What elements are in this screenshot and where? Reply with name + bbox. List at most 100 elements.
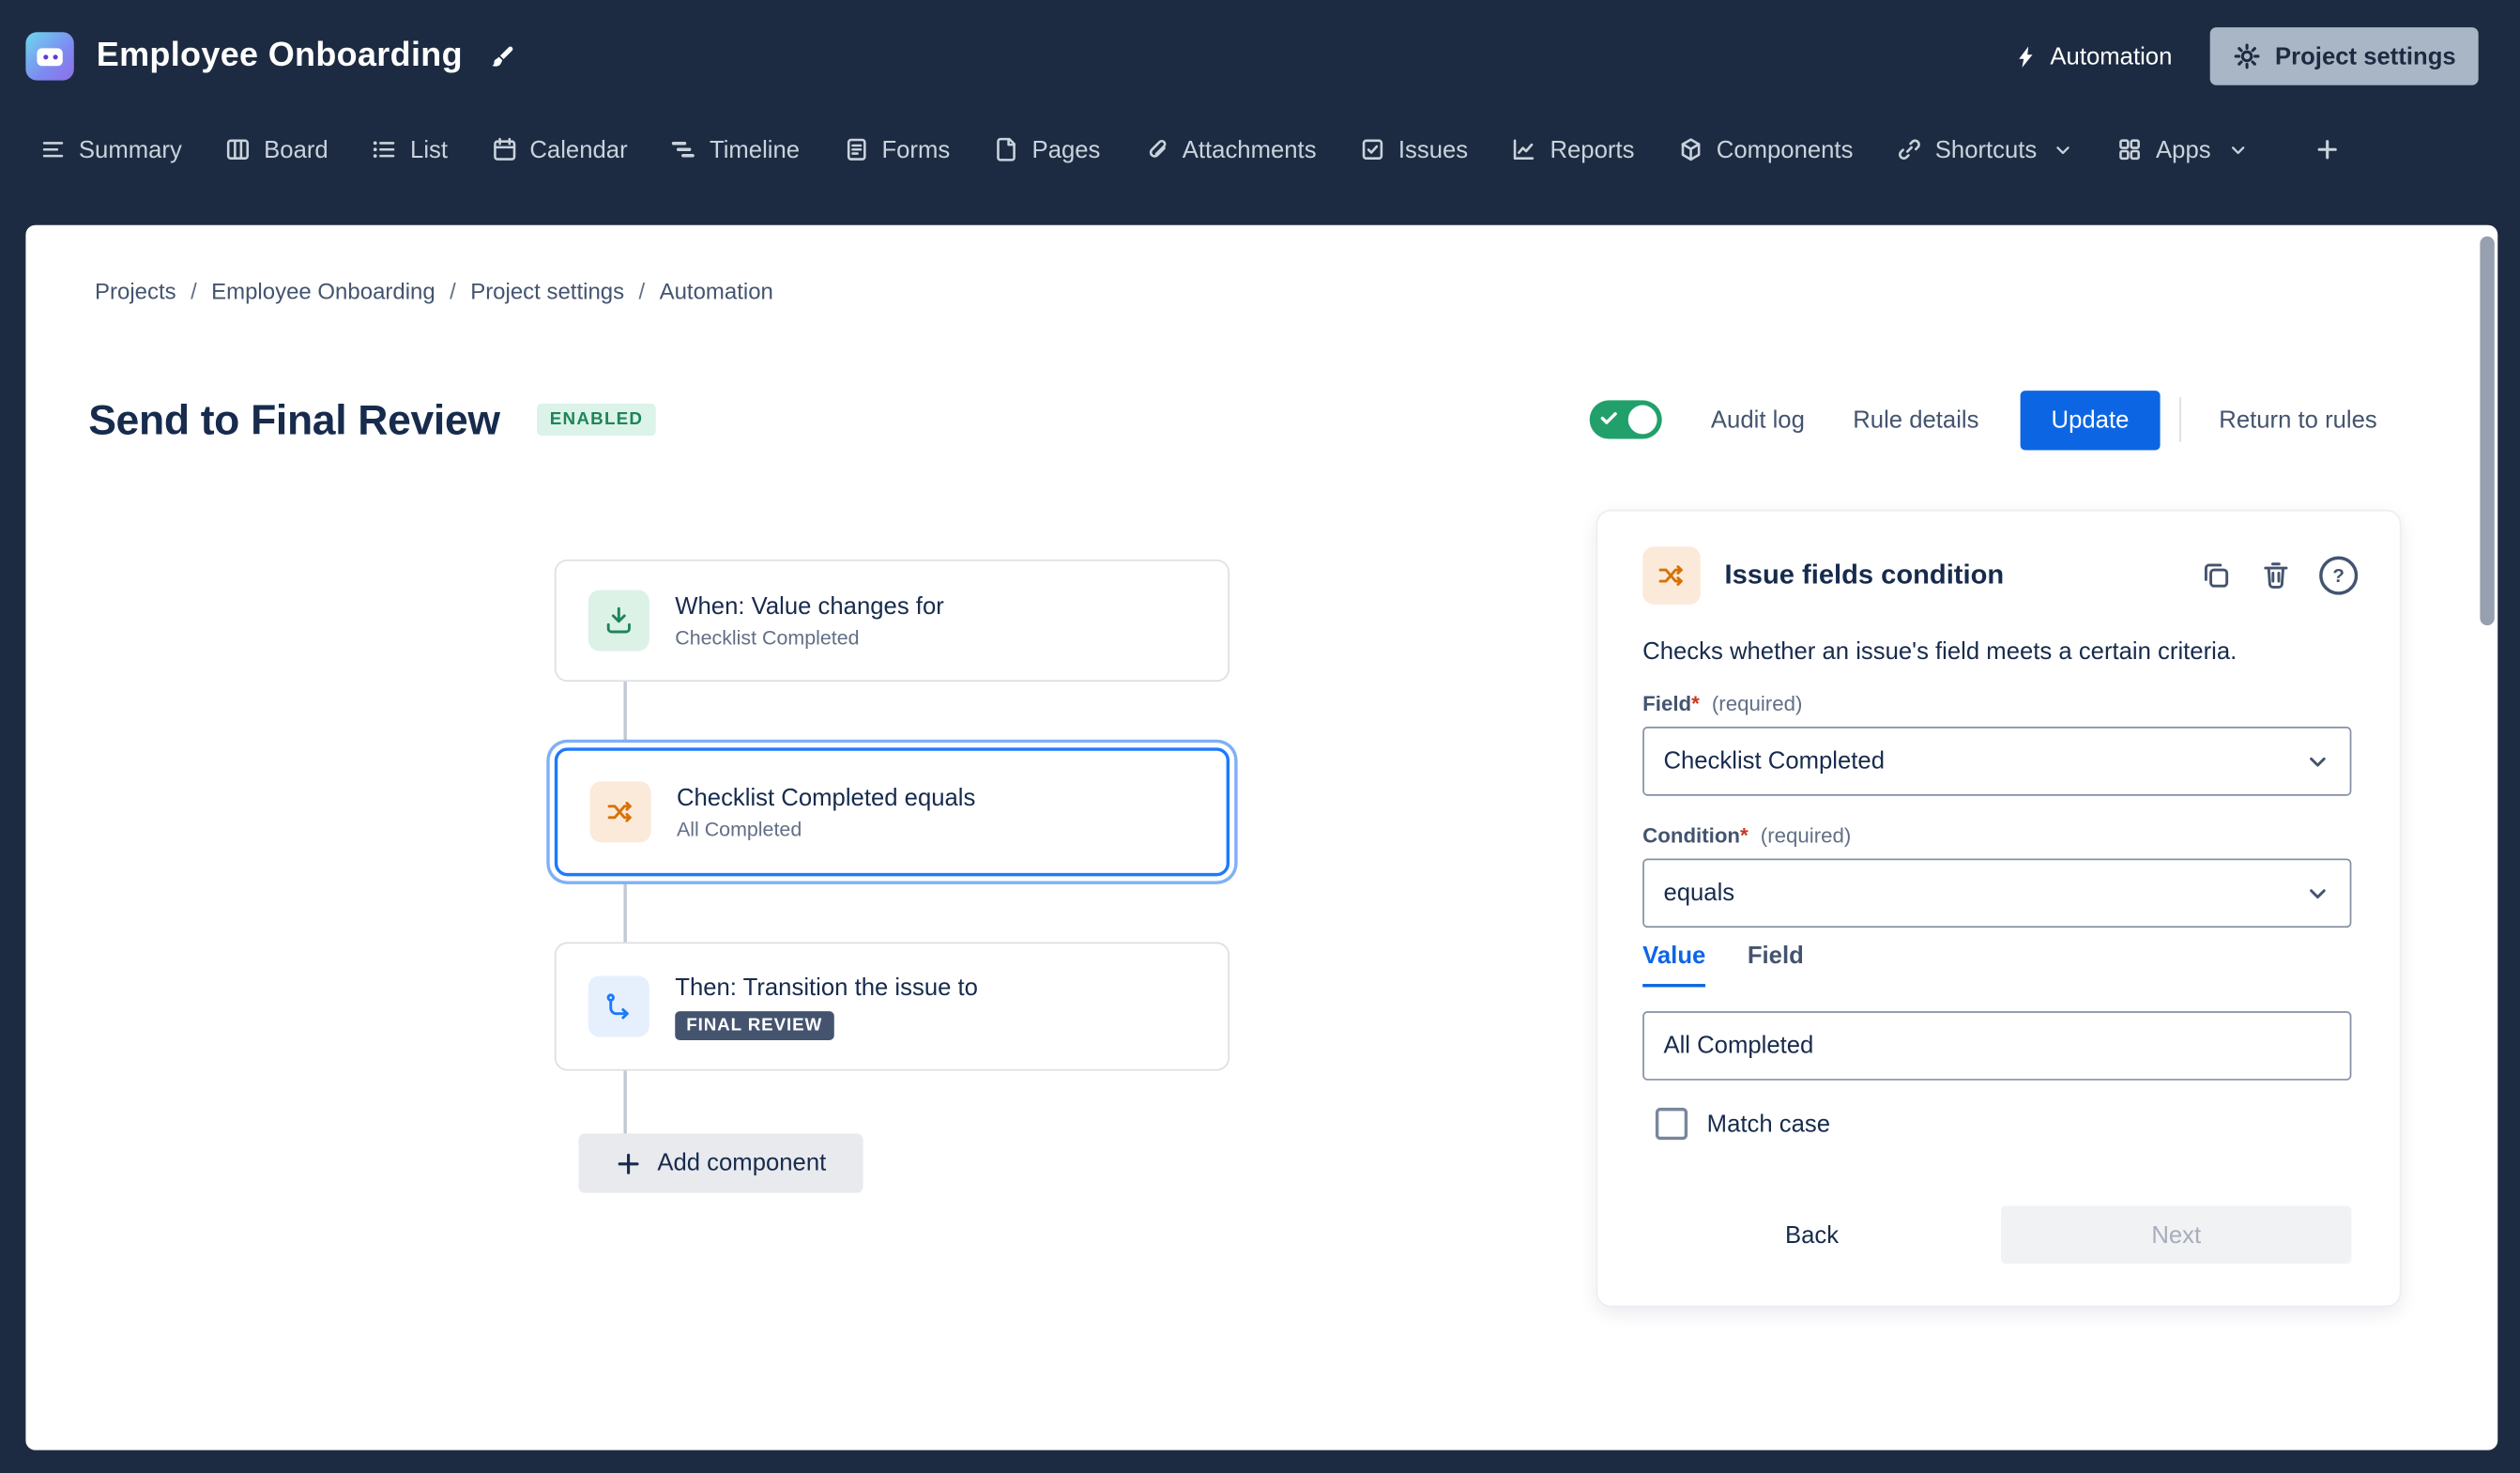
condition-select-value: equals <box>1663 880 1734 907</box>
nav-label: List <box>410 136 448 163</box>
field-select[interactable]: Checklist Completed <box>1642 727 2351 796</box>
nav-label: Summary <box>79 136 182 163</box>
update-button[interactable]: Update <box>2021 390 2160 449</box>
condition-select[interactable]: equals <box>1642 858 2351 928</box>
nav-item-calendar[interactable]: Calendar <box>491 136 627 163</box>
project-avatar-icon[interactable] <box>25 32 73 80</box>
match-case-label: Match case <box>1707 1110 1830 1137</box>
jira-automation-page: Employee Onboarding Automation Project s… <box>0 0 2520 1473</box>
nav-item-board[interactable]: Board <box>225 136 328 163</box>
chevron-down-icon <box>2305 881 2330 906</box>
required-text: (required) <box>1712 691 1803 715</box>
trash-icon <box>2260 560 2292 591</box>
trigger-subtitle: Checklist Completed <box>675 626 944 649</box>
tab-value[interactable]: Value <box>1642 943 1705 988</box>
gear-icon <box>2233 42 2262 71</box>
lightning-icon <box>2013 44 2038 69</box>
next-button[interactable]: Next <box>2001 1205 2351 1264</box>
project-nav: Summary Board List Calendar Timeline For… <box>0 113 2520 187</box>
check-icon <box>1600 408 1620 428</box>
list-icon <box>372 137 397 162</box>
add-nav-item-button[interactable] <box>2314 137 2339 162</box>
attachments-icon <box>1144 137 1169 162</box>
nav-item-shortcuts[interactable]: Shortcuts <box>1897 136 2074 163</box>
audit-log-button[interactable]: Audit log <box>1711 406 1805 433</box>
nav-item-attachments[interactable]: Attachments <box>1144 136 1317 163</box>
required-text: (required) <box>1761 823 1852 848</box>
nav-item-list[interactable]: List <box>372 136 448 163</box>
breadcrumb-separator: / <box>450 278 456 303</box>
trigger-card[interactable]: When: Value changes for Checklist Comple… <box>555 560 1229 682</box>
header-actions: Automation Project settings <box>2013 27 2479 85</box>
breadcrumb-projects[interactable]: Projects <box>95 278 176 303</box>
automation-link[interactable]: Automation <box>2013 42 2172 69</box>
enabled-status-badge: ENABLED <box>537 404 656 436</box>
field-label-text: Field <box>1642 691 1691 715</box>
breadcrumb-automation: Automation <box>660 278 773 303</box>
chevron-down-icon <box>2305 748 2330 774</box>
match-case-row[interactable]: Match case <box>1656 1108 1830 1140</box>
rule-header: Send to Final Review ENABLED Audit log R… <box>88 384 2377 454</box>
condition-card-selected[interactable]: Checklist Completed equals All Completed <box>555 747 1229 876</box>
nav-label: Shortcuts <box>1935 136 2038 163</box>
plus-icon <box>2314 137 2339 162</box>
condition-branch-icon <box>589 781 650 842</box>
required-asterisk: * <box>1740 823 1749 848</box>
help-button[interactable]: ? <box>2319 557 2358 595</box>
inspector-footer: Back Next <box>1776 1205 2352 1264</box>
top-header: Employee Onboarding Automation Project s… <box>0 0 2520 225</box>
robot-face-icon <box>37 48 62 66</box>
nav-item-apps[interactable]: Apps <box>2117 136 2248 163</box>
back-button[interactable]: Back <box>1776 1220 1849 1251</box>
delete-button[interactable] <box>2260 560 2292 591</box>
duplicate-button[interactable] <box>2200 560 2232 591</box>
inspector-tools: ? <box>2200 557 2358 595</box>
nav-item-issues[interactable]: Issues <box>1360 136 1468 163</box>
value-input[interactable] <box>1642 1011 2351 1081</box>
project-title: Employee Onboarding <box>97 37 463 75</box>
apps-icon <box>2117 137 2143 162</box>
nav-label: Pages <box>1032 136 1101 163</box>
project-settings-button[interactable]: Project settings <box>2210 27 2478 85</box>
tab-field[interactable]: Field <box>1748 943 1804 988</box>
vertical-divider <box>2178 397 2180 442</box>
nav-item-pages[interactable]: Pages <box>993 136 1100 163</box>
timeline-icon <box>671 137 696 162</box>
rule-enabled-toggle[interactable] <box>1590 400 1662 438</box>
toggle-knob <box>1629 406 1658 435</box>
condition-label: Condition* (required) <box>1642 823 1851 848</box>
plus-icon <box>616 1150 641 1175</box>
nav-item-forms[interactable]: Forms <box>843 136 950 163</box>
match-case-checkbox[interactable] <box>1656 1108 1688 1140</box>
inspector-description: Checks whether an issue's field meets a … <box>1642 637 2355 669</box>
nav-item-timeline[interactable]: Timeline <box>671 136 800 163</box>
nav-item-components[interactable]: Components <box>1678 136 1854 163</box>
chevron-down-icon <box>2227 139 2248 160</box>
breadcrumb-project[interactable]: Employee Onboarding <box>211 278 435 303</box>
nav-label: Components <box>1717 136 1854 163</box>
rule-details-button[interactable]: Rule details <box>1853 406 1978 433</box>
automation-label: Automation <box>2050 42 2172 69</box>
breadcrumb-project-settings[interactable]: Project settings <box>470 278 624 303</box>
value-changed-trigger-icon <box>588 590 649 651</box>
inspector-header: Issue fields condition <box>1642 546 2004 605</box>
paintbrush-icon[interactable] <box>490 43 515 69</box>
nav-item-reports[interactable]: Reports <box>1511 136 1634 163</box>
nav-label: Forms <box>881 136 950 163</box>
condition-subtitle: All Completed <box>677 818 975 840</box>
question-mark-icon: ? <box>2332 564 2344 587</box>
nav-label: Reports <box>1550 136 1634 163</box>
nav-label: Issues <box>1398 136 1468 163</box>
header-row-project: Employee Onboarding Automation Project s… <box>0 0 2520 113</box>
add-component-button[interactable]: Add component <box>579 1133 863 1192</box>
breadcrumb: Projects / Employee Onboarding / Project… <box>95 278 773 303</box>
breadcrumb-separator: / <box>639 278 646 303</box>
action-card[interactable]: Then: Transition the issue to FINAL REVI… <box>555 943 1229 1071</box>
pages-icon <box>993 137 1018 162</box>
vertical-scrollbar-thumb[interactable] <box>2480 237 2494 625</box>
action-card-text: Then: Transition the issue to FINAL REVI… <box>675 974 978 1039</box>
nav-item-summary[interactable]: Summary <box>40 136 182 163</box>
transition-action-icon <box>588 975 649 1036</box>
shortcuts-icon <box>1897 137 1922 162</box>
return-to-rules-button[interactable]: Return to rules <box>2219 406 2376 433</box>
